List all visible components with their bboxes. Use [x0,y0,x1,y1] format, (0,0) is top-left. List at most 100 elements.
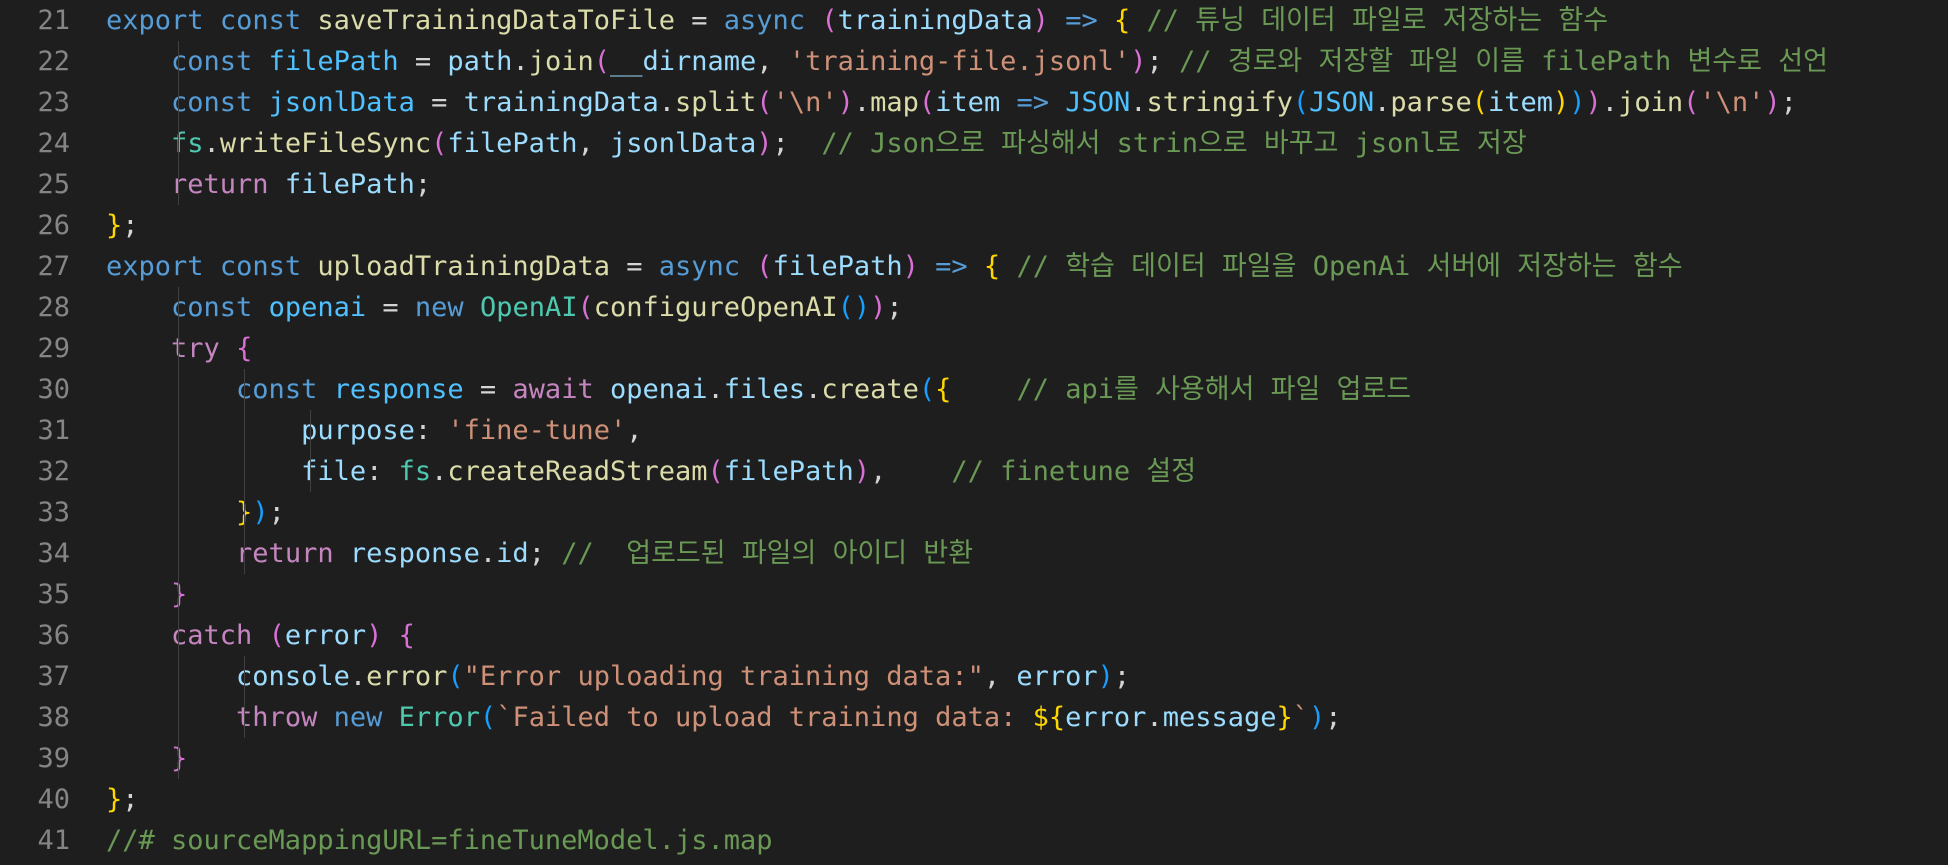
code-content: } [70,574,187,615]
token-b3: () [837,292,871,323]
indentation [106,702,236,733]
line-number: 32 [37,456,70,487]
token-fn: join [528,46,594,77]
code-content: catch (error) { [70,615,415,656]
code-line[interactable]: 25 return filePath; [0,164,1948,205]
code-content: } [70,738,187,779]
token-plain: = [674,5,724,36]
code-content: fs.writeFileSync(filePath, jsonlData); /… [70,123,1527,164]
line-number: 30 [37,374,70,405]
token-b2: ) [1032,5,1049,36]
token-b2: ( [593,46,610,77]
code-content: console.error("Error uploading training … [70,656,1130,697]
indent-guide [244,492,245,533]
token-var: files [723,374,806,405]
token-plain: = [463,374,513,405]
token-kw: => [1016,87,1049,118]
code-line[interactable]: 31 purpose: 'fine-tune', [0,410,1948,451]
indentation [106,538,236,569]
line-number: 27 [37,251,70,282]
indent-guide [244,656,245,697]
token-var: trainingData [837,5,1033,36]
token-b1: } [106,784,123,815]
token-fn: saveTrainingDataToFile [317,5,675,36]
token-plain: . [1130,87,1147,118]
indentation [106,333,171,364]
line-number: 34 [37,538,70,569]
code-line[interactable]: 29 try { [0,328,1948,369]
code-line[interactable]: 33 }); [0,492,1948,533]
code-line[interactable]: 27 export const uploadTrainingData = asyn… [0,246,1948,287]
token-var: openai [609,374,708,405]
indent-guide [178,738,179,779]
code-line[interactable]: 36 catch (error) { [0,615,1948,656]
code-content: return response.id; // 업로드된 파일의 아이디 반환 [70,533,973,574]
token-fn: map [870,87,919,118]
token-plain: , [756,46,789,77]
code-line[interactable]: 39 } [0,738,1948,779]
token-plain: ; [1146,46,1179,77]
code-content: const response = await openai.files.crea… [70,369,1411,410]
token-cmt: // finetune 설정 [951,456,1197,487]
code-content: const openai = new OpenAI(configureOpenA… [70,287,903,328]
code-line[interactable]: 24 fs.writeFileSync(filePath, jsonlData)… [0,123,1948,164]
token-fn: createReadStream [447,456,708,487]
line-number: 23 [37,87,70,118]
indent-guide [178,287,179,328]
indent-guide [178,41,179,82]
token-b2: ) [1585,87,1602,118]
token-var: error [1016,661,1098,692]
token-cmt: //# sourceMappingURL=fineTuneModel.js.ma… [106,825,773,856]
indent-guide [178,164,179,205]
token-b3: ( [1292,87,1310,118]
token-str: '\n' [772,87,838,118]
line-number: 29 [37,333,70,364]
code-line[interactable]: 30 const response = await openai.files.c… [0,369,1948,410]
code-line[interactable]: 26}; [0,205,1948,246]
token-b2: ( [756,87,773,118]
code-line[interactable]: 41 //# sourceMappingURL=fineTuneModel.js.… [0,820,1948,861]
code-line[interactable]: 35 } [0,574,1948,615]
token-b1: { [1113,5,1131,36]
code-line[interactable]: 28 const openai = new OpenAI(configureOp… [0,287,1948,328]
token-var: filePath [447,128,578,159]
code-line[interactable]: 21 export const saveTrainingDataToFile = … [0,0,1948,41]
code-line[interactable]: 32 file: fs.createReadStream(filePath), … [0,451,1948,492]
indentation [106,128,171,159]
code-line[interactable]: 40}; [0,779,1948,820]
line-number: 39 [37,743,70,774]
code-line[interactable]: 23 const jsonlData = trainingData.split(… [0,82,1948,123]
indentation [106,743,171,774]
indentation [106,620,171,651]
token-plain: ; [414,169,432,200]
token-b3: ( [479,702,497,733]
code-line[interactable]: 34 return response.id; // 업로드된 파일의 아이디 반… [0,533,1948,574]
token-var: filePath [723,456,854,487]
code-line[interactable]: 22 const filePath = path.join(__dirname,… [0,41,1948,82]
token-type: fs [171,128,204,159]
code-line[interactable]: 38 throw new Error(`Failed to upload tra… [0,697,1948,738]
token-kw: export [106,5,204,36]
token-b2: ( [577,292,594,323]
line-number: 36 [37,620,70,651]
code-editor[interactable]: 21 export const saveTrainingDataToFile = … [0,0,1948,865]
token-b2: { [398,620,415,651]
token-type: OpenAI [479,292,578,323]
token-plain: = [609,251,659,282]
token-ctrl: throw [236,702,318,733]
code-line[interactable]: 37 console.error("Error uploading traini… [0,656,1948,697]
indent-guide [244,410,245,451]
token-var: path [447,46,513,77]
token-str: '\n' [1699,87,1765,118]
token-plain: ; [1780,87,1797,118]
